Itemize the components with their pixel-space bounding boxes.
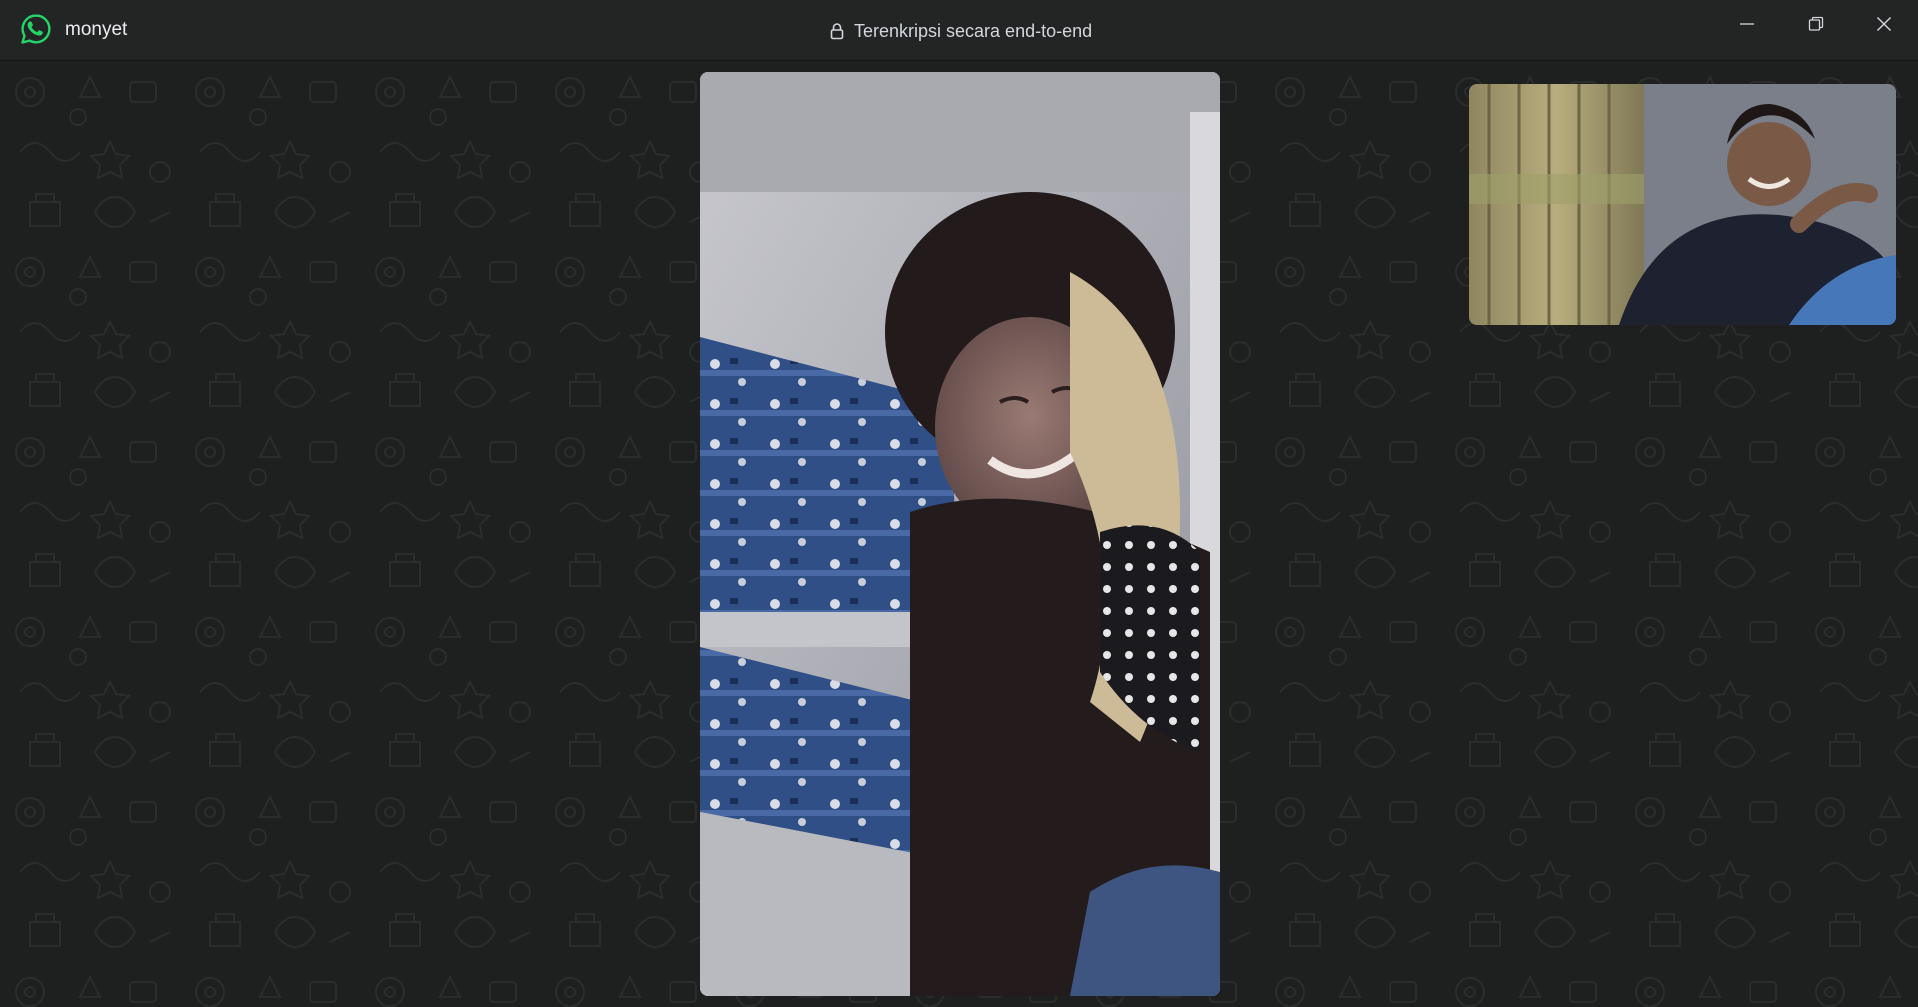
encryption-label: Terenkripsi secara end-to-end: [854, 20, 1093, 41]
close-icon: [1877, 17, 1891, 31]
call-area: [0, 62, 1918, 1007]
remote-video-frame: [700, 72, 1220, 996]
restore-button[interactable]: [1782, 0, 1850, 48]
whatsapp-logo-icon: [21, 14, 51, 44]
self-preview-video: [1469, 84, 1896, 325]
self-video-frame: [1469, 84, 1896, 325]
close-button[interactable]: [1850, 0, 1918, 48]
minimize-icon: [1740, 23, 1754, 25]
encryption-status: Terenkripsi secara end-to-end: [830, 19, 1092, 43]
lock-icon: [830, 23, 844, 40]
contact-name: monyet: [65, 19, 128, 40]
title-bar: monyet Terenkripsi secara end-to-end: [0, 0, 1918, 61]
remote-participant-video: [700, 72, 1220, 996]
restore-icon: [1808, 16, 1824, 31]
minimize-button[interactable]: [1713, 0, 1781, 48]
